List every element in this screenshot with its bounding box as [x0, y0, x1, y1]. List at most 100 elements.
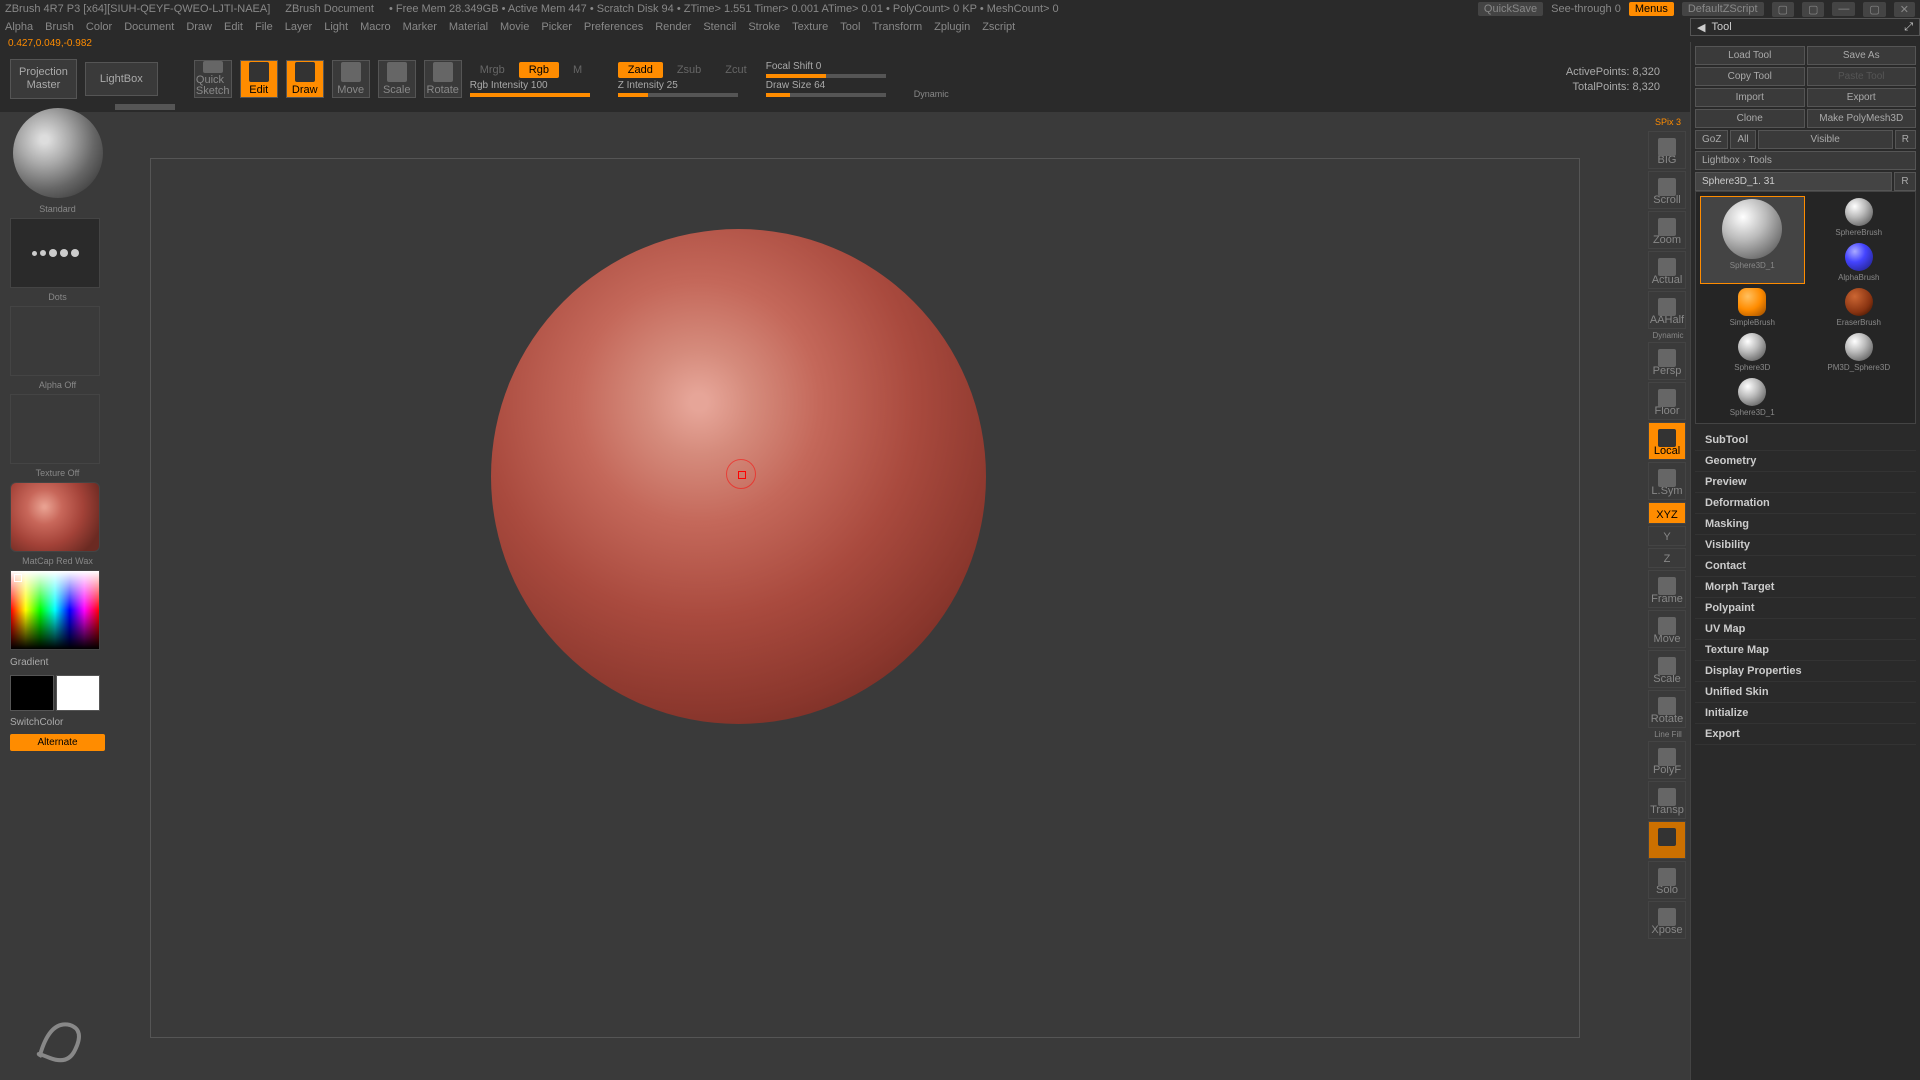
lightbox-button[interactable]: LightBox [85, 62, 158, 96]
accordion-morph-target[interactable]: Morph Target [1695, 577, 1916, 598]
tool-item-pm3d-sphere3d[interactable]: PM3D_Sphere3D [1807, 331, 1912, 374]
zsub-button[interactable]: Zsub [667, 62, 711, 78]
accordion-uv-map[interactable]: UV Map [1695, 619, 1916, 640]
menu-stencil[interactable]: Stencil [703, 21, 736, 33]
alpha-slot[interactable] [10, 306, 100, 376]
import-button[interactable]: Import [1695, 88, 1805, 107]
load-tool-button[interactable]: Load Tool [1695, 46, 1805, 65]
accordion-preview[interactable]: Preview [1695, 472, 1916, 493]
spix-label[interactable]: SPix 3 [1648, 115, 1688, 129]
transp-button[interactable]: Transp [1648, 781, 1686, 819]
mrgb-button[interactable]: Mrgb [470, 62, 515, 78]
lightbox-tools-header[interactable]: Lightbox › Tools [1695, 151, 1916, 170]
move-nav-button[interactable]: Move [1648, 610, 1686, 648]
accordion-contact[interactable]: Contact [1695, 556, 1916, 577]
accordion-subtool[interactable]: SubTool [1695, 430, 1916, 451]
aahalf-button[interactable]: AAHalf [1648, 291, 1686, 329]
accordion-export[interactable]: Export [1695, 724, 1916, 745]
accordion-texture-map[interactable]: Texture Map [1695, 640, 1916, 661]
tool-header[interactable]: ◀ Tool ⤢ [1690, 18, 1920, 36]
tool-item-sphere3d-1b[interactable]: Sphere3D_1 [1700, 376, 1805, 419]
texture-slot[interactable] [10, 394, 100, 464]
clone-button[interactable]: Clone [1695, 109, 1805, 128]
tool-item-sphere3d[interactable]: Sphere3D [1700, 331, 1805, 374]
quick-sketch-button[interactable]: Quick Sketch [194, 60, 232, 98]
projection-master-button[interactable]: Projection Master [10, 59, 77, 99]
persp-button[interactable]: Persp [1648, 342, 1686, 380]
visible-button[interactable]: Visible [1758, 130, 1893, 149]
current-tool-name[interactable]: Sphere3D_1. 31 [1695, 172, 1892, 191]
accordion-visibility[interactable]: Visibility [1695, 535, 1916, 556]
z-button[interactable]: Z [1648, 548, 1686, 568]
big-button[interactable]: BIG [1648, 131, 1686, 169]
menu-layer[interactable]: Layer [285, 21, 313, 33]
menus-button[interactable]: Menus [1629, 2, 1674, 16]
menu-brush[interactable]: Brush [45, 21, 74, 33]
scroll-button[interactable]: Scroll [1648, 171, 1686, 209]
accordion-unified-skin[interactable]: Unified Skin [1695, 682, 1916, 703]
window-btn-2[interactable]: ▢ [1802, 2, 1824, 17]
zcut-button[interactable]: Zcut [715, 62, 756, 78]
swatch-black[interactable] [10, 675, 54, 711]
floor-button[interactable]: Floor [1648, 382, 1686, 420]
all-button[interactable]: All [1730, 130, 1755, 149]
accordion-display-properties[interactable]: Display Properties [1695, 661, 1916, 682]
window-btn-1[interactable]: ▢ [1772, 2, 1794, 17]
tool-item-alphabrush[interactable]: AlphaBrush [1807, 241, 1912, 284]
save-as-button[interactable]: Save As [1807, 46, 1917, 65]
rgb-button[interactable]: Rgb [519, 62, 559, 78]
scale-button[interactable]: Scale [378, 60, 416, 98]
edit-button[interactable]: Edit [240, 60, 278, 98]
menu-picker[interactable]: Picker [541, 21, 572, 33]
polyf-button[interactable]: PolyF [1648, 741, 1686, 779]
menu-file[interactable]: File [255, 21, 273, 33]
menu-texture[interactable]: Texture [792, 21, 828, 33]
zadd-button[interactable]: Zadd [618, 62, 663, 78]
swatch-white[interactable] [56, 675, 100, 711]
move-button[interactable]: Move [332, 60, 370, 98]
menu-zscript[interactable]: Zscript [982, 21, 1015, 33]
copy-tool-button[interactable]: Copy Tool [1695, 67, 1805, 86]
menu-zplugin[interactable]: Zplugin [934, 21, 970, 33]
goz-button[interactable]: GoZ [1695, 130, 1728, 149]
dynamic-toggle[interactable]: Dynamic [914, 89, 949, 99]
menu-marker[interactable]: Marker [403, 21, 437, 33]
local-button[interactable]: Local [1648, 422, 1686, 460]
accordion-polypaint[interactable]: Polypaint [1695, 598, 1916, 619]
accordion-masking[interactable]: Masking [1695, 514, 1916, 535]
menu-preferences[interactable]: Preferences [584, 21, 643, 33]
menu-macro[interactable]: Macro [360, 21, 391, 33]
menu-alpha[interactable]: Alpha [5, 21, 33, 33]
z-intensity-slider[interactable] [618, 93, 738, 97]
menu-document[interactable]: Document [124, 21, 174, 33]
viewport-canvas[interactable] [150, 158, 1580, 1038]
actual-button[interactable]: Actual [1648, 251, 1686, 289]
color-picker[interactable] [10, 570, 100, 650]
menu-draw[interactable]: Draw [186, 21, 212, 33]
r-button[interactable]: R [1895, 130, 1916, 149]
material-preview[interactable] [10, 482, 100, 552]
frame-button[interactable]: Frame [1648, 570, 1686, 608]
menu-tool[interactable]: Tool [840, 21, 860, 33]
seethrough-label[interactable]: See-through 0 [1551, 3, 1621, 15]
menu-edit[interactable]: Edit [224, 21, 243, 33]
tool-item-simplebrush[interactable]: SimpleBrush [1700, 286, 1805, 329]
xyz-button[interactable]: XYZ [1648, 502, 1686, 524]
switch-color-button[interactable]: SwitchColor [10, 715, 105, 730]
solo-button[interactable]: Solo [1648, 861, 1686, 899]
gradient-label[interactable]: Gradient [10, 654, 105, 671]
rotate-nav-button[interactable]: Rotate [1648, 690, 1686, 728]
lsym-button[interactable]: L.Sym [1648, 462, 1686, 500]
paste-tool-button[interactable]: Paste Tool [1807, 67, 1917, 86]
menu-transform[interactable]: Transform [872, 21, 922, 33]
y-button[interactable]: Y [1648, 526, 1686, 546]
lightbox-strip[interactable] [0, 104, 1690, 112]
make-polymesh-button[interactable]: Make PolyMesh3D [1807, 109, 1917, 128]
expand-icon[interactable]: ⤢ [1904, 21, 1913, 34]
ghost-button[interactable] [1648, 821, 1686, 859]
rotate-button[interactable]: Rotate [424, 60, 462, 98]
draw-size-slider[interactable] [766, 93, 886, 97]
accordion-geometry[interactable]: Geometry [1695, 451, 1916, 472]
close-button[interactable]: ✕ [1894, 2, 1915, 17]
menu-movie[interactable]: Movie [500, 21, 529, 33]
